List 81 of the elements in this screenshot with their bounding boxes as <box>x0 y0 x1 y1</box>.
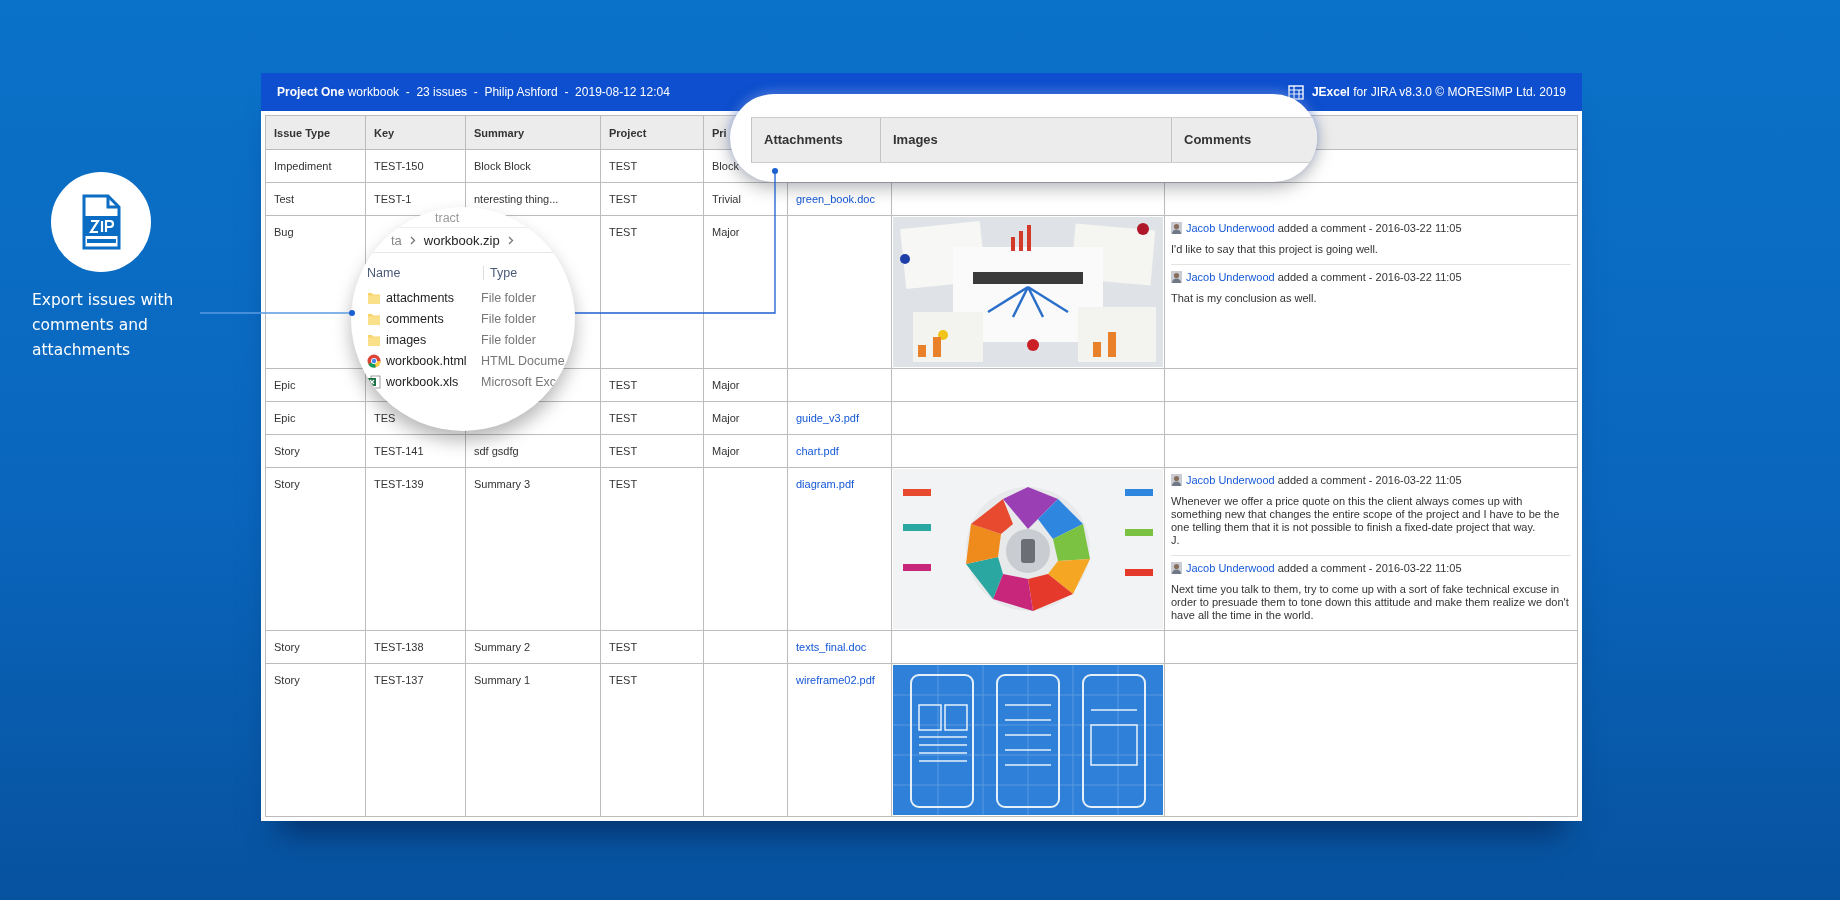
file-name[interactable]: images <box>386 332 478 347</box>
table-cell: Major <box>703 401 788 435</box>
table-cell: TEST-150 <box>365 149 466 183</box>
table-cell: TEST <box>600 434 704 468</box>
app-credit: JExcel for JIRA v8.3.0 © MORESIMP Ltd. 2019 <box>1311 85 1566 99</box>
browser-icon <box>367 353 381 368</box>
table-cell: Impediment <box>265 149 366 183</box>
table-cell: Summary 2 <box>465 630 601 664</box>
table-cell: Major <box>703 368 788 402</box>
table-cell: Summary 3 <box>465 467 601 631</box>
folder-icon <box>367 311 381 326</box>
comment-header: Jacob Underwood added a comment - 2016-03-22 11:05 <box>1186 222 1462 234</box>
file-type: Microsoft Exc <box>480 374 556 389</box>
chevron-icon <box>507 235 514 245</box>
column-header: Attachments <box>751 118 880 162</box>
column-header: Project <box>600 115 704 150</box>
column-header: Type <box>489 266 518 280</box>
folder-icon <box>367 332 381 347</box>
comment-text: Next time you talk to them, try to come up with a sort of fake technical excuse in order to presuade them to tone down this attitude and make them realize we don't have all the time in the world. <box>1171 583 1570 622</box>
file-name[interactable]: workbook.xls <box>386 374 478 389</box>
avatar-icon <box>1171 271 1182 283</box>
author-link[interactable]: Jacob Underwood <box>1186 474 1275 486</box>
table-cell: Trivial <box>703 182 788 216</box>
column-header: Issue Type <box>265 115 366 150</box>
feature-caption: Export issues with comments and attachments <box>32 290 175 361</box>
file-type: File folder <box>480 332 536 347</box>
folder-icon <box>367 290 381 305</box>
comment-header: Jacob Underwood added a comment - 2016-03-22 11:05 <box>1186 271 1462 283</box>
table-cell: Test <box>265 182 366 216</box>
table-cell: TEST <box>600 149 704 183</box>
table-cell: TEST <box>600 630 704 664</box>
spreadsheet-icon <box>367 374 381 389</box>
table-cell: TEST-141 <box>365 434 466 468</box>
column-header: Key <box>365 115 466 150</box>
avatar-icon <box>1171 222 1182 234</box>
table-cell: TEST <box>600 467 704 631</box>
chevron-icon <box>409 235 416 245</box>
table-cell: TEST-138 <box>365 630 466 664</box>
table-cell: sdf gsdfg <box>465 434 601 468</box>
table-cell: TEST-137 <box>365 663 466 817</box>
breadcrumb-item[interactable]: workbook.zip <box>423 232 500 248</box>
table-cell: Major <box>703 434 788 468</box>
file-name[interactable]: attachments <box>386 290 478 305</box>
table-cell: Story <box>265 663 366 817</box>
author-link[interactable]: Jacob Underwood <box>1186 271 1275 283</box>
attachment-link[interactable]: diagram.pdf <box>796 478 855 490</box>
table-cell: TEST <box>600 663 704 817</box>
file-type: File folder <box>480 290 536 305</box>
table-cell: TEST <box>600 401 704 435</box>
column-header: Summary <box>465 115 601 150</box>
window-title: Project One workbook - 23 issues - Philip Ashford - 2019-08-12 12:04 <box>277 85 670 99</box>
column-header: Images <box>880 118 1171 162</box>
toolbar-label: tract <box>351 207 575 228</box>
table-cell: Block Block <box>465 149 601 183</box>
table-cell: Story <box>265 467 366 631</box>
attachment-link[interactable]: chart.pdf <box>796 445 839 457</box>
table-cell: Story <box>265 630 366 664</box>
table-cell: TEST <box>600 368 704 402</box>
file-name[interactable]: comments <box>386 311 478 326</box>
table-cell: Story <box>265 434 366 468</box>
comment-text: That is my conclusion as well. <box>1171 292 1318 305</box>
avatar-icon <box>1171 474 1182 486</box>
table-cell: Major <box>703 215 788 369</box>
file-name[interactable]: workbook.html <box>386 353 478 368</box>
comment-header: Jacob Underwood added a comment - 2016-03-22 11:05 <box>1186 474 1462 486</box>
comment-text: I'd like to say that this project is going well. <box>1171 243 1379 256</box>
column-header: Name <box>351 266 484 280</box>
table-cell: TEST <box>600 182 704 216</box>
breadcrumb-item[interactable]: ta <box>391 232 402 248</box>
file-type: File folder <box>480 311 536 326</box>
author-link[interactable]: Jacob Underwood <box>1186 222 1275 234</box>
file-type: HTML Docume <box>480 353 565 368</box>
comment-text: Whenever we offer a price quote on this the client always comes up with something new that changes the entire scope of the project and I have to be the one telling them that it is not possible to finish a fixed-date project that way. J. <box>1171 495 1561 547</box>
column-header: Comments <box>1171 118 1317 162</box>
table-cell: TEST-139 <box>365 467 466 631</box>
comment-header: Jacob Underwood added a comment - 2016-03-22 11:05 <box>1186 562 1462 574</box>
table-cell: Summary 1 <box>465 663 601 817</box>
author-link[interactable]: Jacob Underwood <box>1186 562 1275 574</box>
table-cell: TEST <box>600 215 704 369</box>
avatar-icon <box>1171 562 1182 574</box>
attachment-link[interactable]: wireframe02.pdf <box>796 674 875 686</box>
